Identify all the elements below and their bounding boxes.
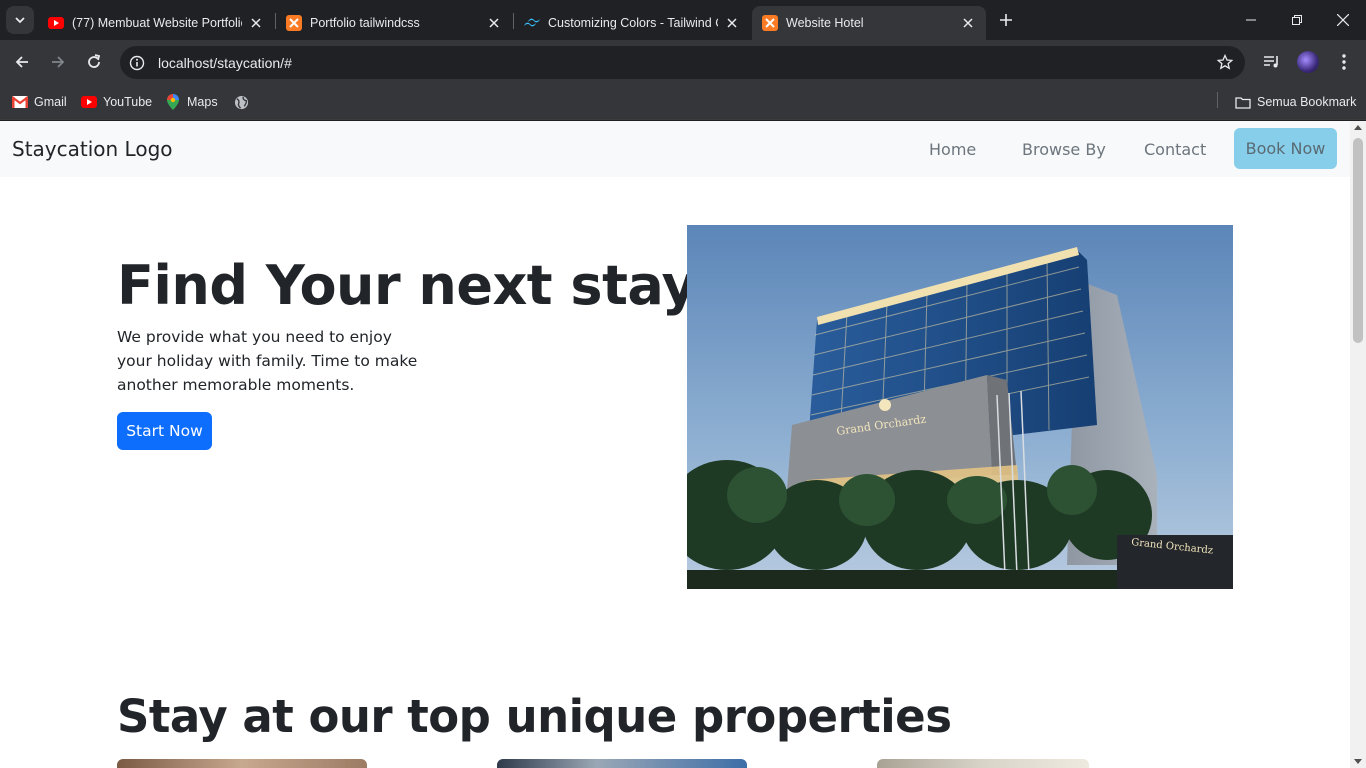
xampp-icon: [286, 15, 302, 31]
folder-icon: [1235, 94, 1251, 110]
address-bar[interactable]: localhost/staycation/#: [120, 46, 1245, 79]
site-info-icon[interactable]: [124, 50, 150, 76]
bookmark-gmail[interactable]: Gmail: [12, 92, 67, 112]
minimize-button[interactable]: [1228, 0, 1274, 40]
bookmark-label: YouTube: [103, 95, 153, 109]
nav-contact-link[interactable]: Contact: [1144, 140, 1206, 159]
brand-logo[interactable]: Staycation Logo: [12, 137, 173, 161]
page-scrollbar[interactable]: [1350, 121, 1366, 768]
tab-tailwind[interactable]: Customizing Colors - Tailwind CSS: [514, 6, 750, 40]
tab-title: Customizing Colors - Tailwind CSS: [548, 16, 718, 30]
gmail-icon: [12, 94, 28, 110]
minimize-icon: [1246, 19, 1256, 21]
xampp-icon: [762, 15, 778, 31]
all-bookmarks-label: Semua Bookmark: [1257, 95, 1357, 109]
forward-button[interactable]: [44, 48, 72, 76]
maps-icon: [165, 94, 181, 110]
tab-strip: (77) Membuat Website Portfolio Portfolio…: [0, 0, 1366, 40]
all-bookmarks-folder[interactable]: Semua Bookmark: [1235, 92, 1356, 112]
arrow-left-icon: [15, 56, 28, 68]
close-icon: [1337, 14, 1349, 26]
property-card[interactable]: [877, 759, 1089, 768]
bookmarks-divider: [1217, 92, 1218, 108]
browser-menu-button[interactable]: [1330, 48, 1358, 76]
hero-description: We provide what you need to enjoy your h…: [117, 328, 418, 394]
restore-icon: [1292, 15, 1302, 25]
tab-youtube[interactable]: (77) Membuat Website Portfolio: [38, 6, 274, 40]
url-text[interactable]: localhost/staycation/#: [158, 55, 292, 71]
tab-website-hotel[interactable]: Website Hotel: [752, 6, 986, 40]
property-card[interactable]: [497, 759, 747, 768]
media-queue-icon: [1264, 56, 1278, 68]
nav-home-link[interactable]: Home: [929, 140, 976, 159]
tab-portfolio[interactable]: Portfolio tailwindcss: [276, 6, 512, 40]
book-now-button[interactable]: Book Now: [1234, 128, 1337, 169]
media-controls-button[interactable]: [1258, 48, 1286, 76]
bookmark-maps[interactable]: Maps: [165, 92, 218, 112]
globe-icon: [233, 94, 249, 110]
bookmark-label: Maps: [187, 95, 218, 109]
new-tab-button[interactable]: [995, 9, 1017, 31]
close-icon[interactable]: [724, 15, 740, 31]
bookmark-label: Gmail: [34, 95, 67, 109]
tab-title: Portfolio tailwindcss: [310, 16, 420, 30]
scroll-down-arrow[interactable]: [1354, 759, 1362, 764]
scroll-up-arrow[interactable]: [1354, 125, 1362, 130]
tab-title: (77) Membuat Website Portfolio: [72, 16, 242, 30]
profile-button[interactable]: [1294, 48, 1322, 76]
chevron-down-icon: [15, 17, 25, 24]
star-icon[interactable]: [1217, 54, 1233, 70]
restore-button[interactable]: [1274, 0, 1320, 40]
avatar: [1297, 51, 1319, 73]
plus-icon: [1000, 14, 1012, 26]
arrow-right-icon: [52, 56, 65, 68]
nav-browse-link[interactable]: Browse By: [1022, 140, 1106, 159]
hotel-photo: Grand Orchardz Grand Orchardz: [687, 225, 1233, 589]
bookmarks-bar: Gmail YouTube Maps Semua Bookmark: [0, 85, 1366, 120]
site-navbar: Staycation Logo Home Browse By Contact B…: [0, 121, 1350, 177]
youtube-icon: [48, 15, 64, 31]
close-icon[interactable]: [248, 15, 264, 31]
start-now-button[interactable]: Start Now: [117, 412, 212, 450]
more-vert-icon: [1342, 54, 1346, 70]
properties-section-title: Stay at our top unique properties: [117, 690, 952, 743]
property-card[interactable]: [117, 759, 367, 768]
reload-button[interactable]: [80, 48, 108, 76]
tailwind-icon: [524, 15, 540, 31]
page-viewport: Staycation Logo Home Browse By Contact B…: [0, 121, 1366, 768]
tab-search-button[interactable]: [6, 6, 34, 34]
youtube-icon: [81, 94, 97, 110]
close-icon[interactable]: [960, 15, 976, 31]
hero-title: Find Your next stay: [117, 254, 697, 317]
bookmark-globe[interactable]: [233, 92, 255, 112]
scroll-thumb[interactable]: [1353, 138, 1363, 343]
back-button[interactable]: [8, 48, 36, 76]
reload-icon: [88, 54, 101, 68]
tab-title: Website Hotel: [786, 16, 864, 30]
window-close-button[interactable]: [1320, 0, 1366, 40]
bookmark-youtube[interactable]: YouTube: [81, 92, 152, 112]
close-icon[interactable]: [486, 15, 502, 31]
browser-toolbar: localhost/staycation/#: [0, 40, 1366, 85]
